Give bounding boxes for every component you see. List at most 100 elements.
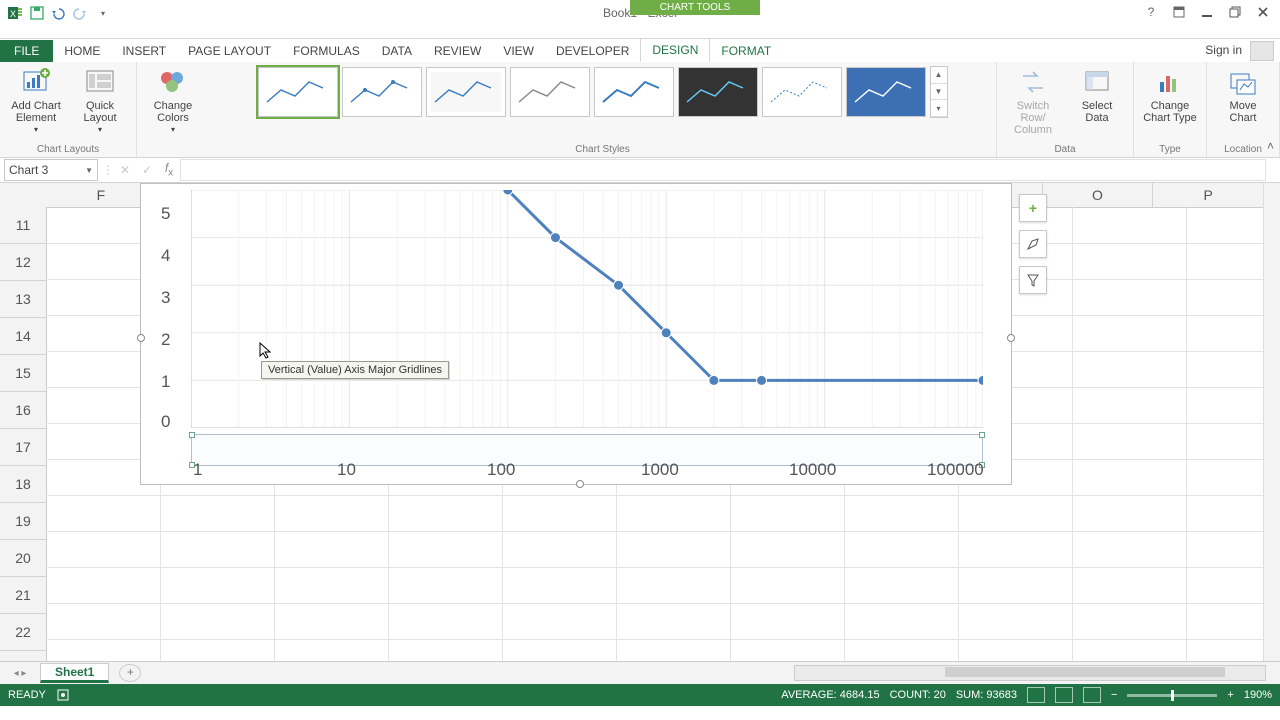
mouse-cursor-icon <box>259 342 273 360</box>
row-header-22[interactable]: 22 <box>0 614 46 651</box>
excel-logo-icon: X <box>6 4 24 22</box>
x-tick-100: 100 <box>487 460 515 480</box>
tab-home[interactable]: HOME <box>53 40 111 62</box>
title-bar: X ▾ Book1 - Excel CHART TOOLS ? <box>0 0 1280 39</box>
fx-icon[interactable]: fx <box>158 161 180 178</box>
quick-layout-button[interactable]: Quick Layout ▾ <box>72 66 128 136</box>
tab-review[interactable]: REVIEW <box>423 40 492 62</box>
chart-line-series[interactable] <box>191 190 983 428</box>
gallery-up-icon[interactable]: ▲ <box>931 67 947 84</box>
chart-style-8[interactable] <box>846 67 926 117</box>
enter-formula-icon[interactable]: ✓ <box>136 163 158 177</box>
new-sheet-button[interactable]: + <box>119 664 141 682</box>
switch-row-column-button[interactable]: Switch Row/ Column <box>1005 66 1061 136</box>
tab-file[interactable]: FILE <box>0 40 53 62</box>
tab-insert[interactable]: INSERT <box>111 40 177 62</box>
cancel-formula-icon[interactable]: ✕ <box>114 163 136 177</box>
y-tick-2: 2 <box>161 330 170 350</box>
save-icon[interactable] <box>28 4 46 22</box>
change-chart-type-button[interactable]: Change Chart Type <box>1142 66 1198 124</box>
switch-row-column-icon <box>1017 66 1049 98</box>
select-data-button[interactable]: Select Data <box>1069 66 1125 124</box>
redo-icon[interactable] <box>72 4 90 22</box>
restore-icon[interactable] <box>1222 2 1248 22</box>
chart-style-3[interactable] <box>426 67 506 117</box>
chart-styles-button[interactable] <box>1019 230 1047 258</box>
add-chart-element-button[interactable]: Add Chart Element ▾ <box>8 66 64 136</box>
gallery-more-icon[interactable]: ▾ <box>931 100 947 117</box>
user-avatar-placeholder[interactable] <box>1250 41 1274 61</box>
row-header-20[interactable]: 20 <box>0 540 46 577</box>
view-normal-icon[interactable] <box>1027 687 1045 703</box>
row-header-13[interactable]: 13 <box>0 281 46 318</box>
status-ready: READY <box>8 689 46 701</box>
chart-side-buttons: + <box>1019 194 1047 294</box>
chart-style-2[interactable] <box>342 67 422 117</box>
zoom-level[interactable]: 190% <box>1244 689 1272 701</box>
row-header-21[interactable]: 21 <box>0 577 46 614</box>
chevron-down-icon[interactable]: ▼ <box>85 166 93 175</box>
change-chart-type-icon <box>1154 66 1186 98</box>
vertical-scrollbar[interactable] <box>1263 183 1280 661</box>
worksheet-grid[interactable]: FGHIJKLMNOP 111213141516171819202122 5 4… <box>0 183 1280 661</box>
status-count: COUNT: 20 <box>890 689 946 701</box>
col-header-P[interactable]: P <box>1153 183 1264 207</box>
row-header-14[interactable]: 14 <box>0 318 46 355</box>
select-all-corner[interactable] <box>0 183 47 208</box>
minimize-icon[interactable] <box>1194 2 1220 22</box>
move-chart-button[interactable]: Move Chart <box>1215 66 1271 124</box>
tab-view[interactable]: VIEW <box>492 40 545 62</box>
sign-in-link[interactable]: Sign in <box>1205 43 1242 57</box>
row-header-12[interactable]: 12 <box>0 244 46 281</box>
collapse-ribbon-icon[interactable]: ˄ <box>1267 139 1274 153</box>
tab-format[interactable]: FORMAT <box>710 40 782 62</box>
undo-icon[interactable] <box>50 4 68 22</box>
chart-style-1[interactable] <box>258 67 338 117</box>
chart-style-7[interactable] <box>762 67 842 117</box>
qat-dropdown-icon[interactable]: ▾ <box>94 4 112 22</box>
view-page-break-icon[interactable] <box>1083 687 1101 703</box>
x-axis-selected[interactable] <box>191 434 983 466</box>
embedded-chart[interactable]: 5 4 3 2 1 0 1 10 100 1000 10000 100000 V… <box>140 183 1012 485</box>
group-type: Change Chart Type Type <box>1134 62 1207 157</box>
close-icon[interactable] <box>1250 2 1276 22</box>
zoom-slider[interactable] <box>1127 694 1217 697</box>
chart-style-6[interactable] <box>678 67 758 117</box>
chart-style-5[interactable] <box>594 67 674 117</box>
chart-tools-contextual-label: CHART TOOLS <box>630 0 760 15</box>
row-header-17[interactable]: 17 <box>0 429 46 466</box>
formula-input[interactable] <box>180 159 1266 181</box>
chart-filters-button[interactable] <box>1019 266 1047 294</box>
row-header-18[interactable]: 18 <box>0 466 46 503</box>
horizontal-scrollbar[interactable] <box>794 665 1266 681</box>
gallery-down-icon[interactable]: ▼ <box>931 84 947 101</box>
change-colors-button[interactable]: Change Colors ▾ <box>145 66 201 136</box>
plot-area[interactable] <box>191 190 983 428</box>
macro-record-icon[interactable] <box>56 688 70 702</box>
row-header-11[interactable]: 11 <box>0 207 46 244</box>
view-page-layout-icon[interactable] <box>1055 687 1073 703</box>
help-icon[interactable]: ? <box>1138 2 1164 22</box>
row-header-15[interactable]: 15 <box>0 355 46 392</box>
name-box[interactable]: Chart 3▼ <box>4 159 98 181</box>
row-header-16[interactable]: 16 <box>0 392 46 429</box>
ribbon-display-options-icon[interactable] <box>1166 2 1192 22</box>
x-tick-10000: 10000 <box>789 460 836 480</box>
ribbon-tab-strip: FILE HOME INSERT PAGE LAYOUT FORMULAS DA… <box>0 39 1280 62</box>
col-header-O[interactable]: O <box>1043 183 1154 207</box>
gallery-scroll[interactable]: ▲▼▾ <box>930 66 948 118</box>
zoom-out-button[interactable]: − <box>1111 689 1117 701</box>
group-label-chart-styles: Chart Styles <box>575 144 629 155</box>
sheet-tab-sheet1[interactable]: Sheet1 <box>40 663 109 683</box>
tab-developer[interactable]: DEVELOPER <box>545 40 640 62</box>
row-header-19[interactable]: 19 <box>0 503 46 540</box>
sheet-nav-buttons[interactable]: ◂ ▸ <box>0 668 40 679</box>
tab-design[interactable]: DESIGN <box>640 38 710 62</box>
zoom-in-button[interactable]: + <box>1227 689 1233 701</box>
svg-text:X: X <box>10 9 16 19</box>
chart-elements-button[interactable]: + <box>1019 194 1047 222</box>
tab-formulas[interactable]: FORMULAS <box>282 40 371 62</box>
chart-style-4[interactable] <box>510 67 590 117</box>
tab-data[interactable]: DATA <box>371 40 423 62</box>
tab-page-layout[interactable]: PAGE LAYOUT <box>177 40 282 62</box>
